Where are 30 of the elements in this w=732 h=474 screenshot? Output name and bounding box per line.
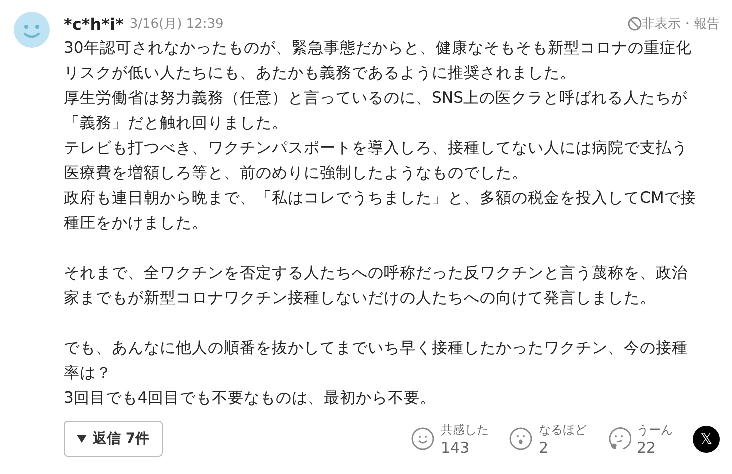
- comment-line: 厚生労働省は努力義務（任意）と言っているのに、SNS上の医クラと呼ばれる人たちが: [64, 88, 688, 109]
- smile-face-icon[interactable]: [411, 427, 435, 451]
- avatar-icon: [14, 12, 50, 48]
- comment-line: 医療費を増額しろ等と、前のめりに強制したようなものでした。: [64, 163, 529, 184]
- surprise-face-icon[interactable]: [509, 427, 533, 451]
- comment-line: それまで、全ワクチンを否定する人たちへの呼称だった反ワクチンと言う蔑称を、政治: [64, 263, 689, 284]
- comment-line: 政府も連日朝から晩まで、「私はコレでうちました」と、多額の税金を投入してCMで接: [64, 188, 698, 209]
- comment-line: 家までもが新型コロナワクチン接種しないだけの人たちへの向けて発言しました。: [64, 288, 657, 309]
- author-name: *c*h*i*: [64, 14, 124, 34]
- reaction-label: うーん: [637, 422, 673, 439]
- prohibited-icon: [628, 17, 642, 31]
- comment-line: 「義務」だと触れ回りました。: [64, 113, 289, 134]
- comment-line: 30年認可されなかったものが、緊急事態だからと、健康なそもそも新型コロナの重症化: [64, 38, 693, 59]
- comment-line: 率は？: [64, 363, 113, 384]
- reaction-label: 共感した: [441, 422, 489, 439]
- comment-line: でも、あんなに他人の順番を抜かしてまでいち早く接種したかったワクチン、今の接種: [64, 338, 689, 359]
- reaction-count: 143: [441, 439, 471, 457]
- reaction-label: なるほど: [539, 422, 587, 439]
- comment-line: 種圧をかけました。: [64, 213, 209, 234]
- comment-line: 3回目でも4回目でも不要なものは、最初から不要。: [64, 388, 437, 409]
- post-time: 3/16(月) 12:39: [130, 16, 225, 33]
- comment-line: リスクが低い人たちにも、あたかも義務であるように推奨されました。: [64, 63, 577, 84]
- hide-report-link[interactable]: 非表示・報告: [642, 15, 720, 33]
- reaction-count: 2: [539, 439, 550, 457]
- comment-line: テレビも打つべき、ワクチンパスポートを導入しろ、接種してない人には病院で支払う: [64, 138, 689, 159]
- reaction-count: 22: [637, 439, 658, 457]
- think-face-icon[interactable]: [607, 427, 631, 451]
- caret-icon: [77, 435, 87, 443]
- replies-button[interactable]: 返信 7件: [64, 421, 163, 457]
- share-button[interactable]: 𝕏: [693, 426, 720, 452]
